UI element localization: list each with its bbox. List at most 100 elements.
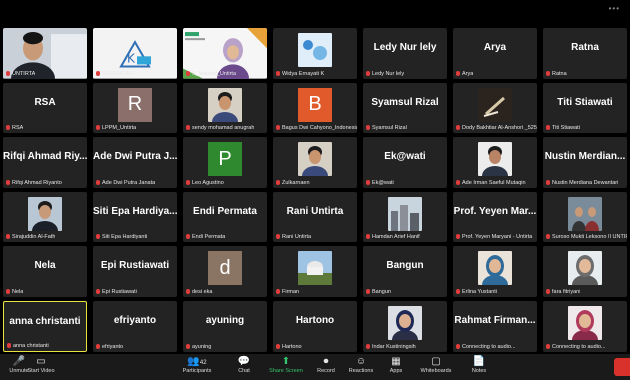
- participant-label-text: Leo Agustino: [192, 179, 224, 186]
- participants-button[interactable]: 👥42 Participants: [180, 356, 214, 374]
- mic-muted-icon: [456, 343, 460, 349]
- participant-tile[interactable]: Endi Permata Endi Permata: [183, 191, 267, 243]
- start-video-button[interactable]: ▭ Start Video: [24, 356, 58, 374]
- participant-label: Erlina Yustanti: [456, 288, 498, 295]
- participant-tile[interactable]: RSA RSA: [3, 82, 87, 134]
- participant-tile[interactable]: fara fitriyani: [543, 246, 627, 297]
- participant-name-display: Ledy Nur lely: [373, 42, 437, 53]
- participant-name-display: Titi Stiawati: [557, 96, 613, 108]
- avatar-photo: [28, 196, 62, 231]
- participant-tile[interactable]: Rahmat Firman... Connecting to audio...: [453, 300, 537, 352]
- participant-label: efriyanto: [96, 343, 124, 350]
- participant-tile[interactable]: Ade Irman Saeful Mutaqin: [453, 137, 537, 188]
- participant-label-text: anna christanti: [13, 342, 49, 349]
- participant-tile[interactable]: Prof. Yeyen Mar... Prof. Yeyen Maryani - …: [453, 191, 537, 243]
- participant-tile[interactable]: Sirajuddin Al-Fath: [3, 191, 87, 243]
- mic-muted-icon: [276, 288, 280, 294]
- participant-tile[interactable]: d desi eka: [183, 246, 267, 297]
- participant-label: Nela: [6, 288, 23, 295]
- video-icon: ▭: [36, 356, 46, 367]
- avatar-photo: [298, 33, 332, 67]
- participant-label-text: S_Mauhid_Untirta: [192, 70, 237, 77]
- participant-tile[interactable]: Nela Nela: [3, 246, 87, 297]
- participant-tile[interactable]: Firman: [273, 246, 357, 297]
- participant-tile[interactable]: Widya Ernayati K: [273, 28, 357, 79]
- participant-tile[interactable]: Ratna Ratna: [543, 28, 627, 79]
- participant-tile[interactable]: Indar Kustiningsih: [363, 300, 447, 352]
- record-button[interactable]: ⏺ Record: [314, 356, 338, 374]
- apps-button[interactable]: ▦ Apps: [386, 356, 406, 374]
- participant-tile[interactable]: P Leo Agustino: [183, 137, 267, 188]
- participant-tile[interactable]: Nustin Merdian... Nustin Merdiana Dewanta…: [543, 137, 627, 188]
- participant-name-display: Bangun: [386, 260, 424, 272]
- notes-button[interactable]: 📄 Notes: [468, 356, 490, 374]
- participant-label: Connecting to audio...: [456, 343, 516, 350]
- share-screen-button[interactable]: ⬆ Share Screen: [268, 356, 304, 374]
- participant-name-display: Nustin Merdian...: [544, 151, 626, 163]
- participant-tile[interactable]: K SUHENDAR: [93, 28, 177, 79]
- participant-tile[interactable]: Ek@wati Ek@wati: [363, 137, 447, 188]
- participant-tile[interactable]: Titi Stiawati Titi Stiawati: [543, 82, 627, 134]
- participant-label: Ade Dwi Putra Janata: [96, 179, 156, 186]
- participant-tile[interactable]: Siti Epa Hardiya... Siti Epa Hardiyanti: [93, 191, 177, 243]
- participant-tile[interactable]: Rani Untirta Rani Untirta: [273, 191, 357, 243]
- mic-muted-icon: [6, 288, 10, 294]
- mic-muted-icon: [366, 234, 370, 240]
- participant-tile[interactable]: Erlina Yustanti: [453, 246, 537, 297]
- participant-tile[interactable]: R LPPM_Untirta: [93, 82, 177, 134]
- participant-gallery: UNTIRTA K SUHENDAR S_Mauhid_Untirta Widya Er…: [0, 26, 630, 354]
- avatar-photo: [478, 142, 512, 177]
- participant-label-text: Erlina Yustanti: [462, 288, 498, 295]
- participant-label-text: Hamdan Arief Hanif: [372, 234, 420, 241]
- participant-tile[interactable]: ayuning ayuning: [183, 300, 267, 352]
- end-meeting-button[interactable]: [614, 358, 630, 376]
- participant-tile[interactable]: sendy mohamad anugrah: [183, 82, 267, 134]
- participant-tile[interactable]: Ledy Nur lely Ledy Nur lely: [363, 28, 447, 79]
- participant-tile[interactable]: UNTIRTA: [3, 28, 87, 79]
- participant-label: Epi Rustiawati: [96, 288, 137, 295]
- reactions-button[interactable]: ☺ Reactions: [346, 356, 376, 374]
- participant-label: SUHENDAR: [96, 70, 133, 77]
- participant-label-text: Nustin Merdiana Dewantari: [552, 179, 619, 186]
- participant-tile[interactable]: Syamsul Rizal Syamsul Rizal: [363, 82, 447, 134]
- mic-muted-icon: [276, 234, 280, 240]
- mic-muted-icon: [546, 288, 550, 294]
- mic-muted-icon: [186, 343, 190, 349]
- participant-tile[interactable]: Arya Arya: [453, 28, 537, 79]
- avatar-photo: [568, 196, 602, 231]
- participant-tile[interactable]: Connecting to audio...: [543, 300, 627, 352]
- participant-label-text: Prof. Yeyen Maryani - Untirta: [462, 234, 533, 241]
- more-icon[interactable]: •••: [609, 4, 620, 13]
- mic-muted-icon: [96, 125, 100, 131]
- participant-tile[interactable]: Hamdan Arief Hanif: [363, 191, 447, 243]
- participant-label-text: fara fitriyani: [552, 288, 581, 295]
- participant-label-text: Ade Dwi Putra Janata: [102, 179, 156, 186]
- participant-label: desi eka: [186, 288, 213, 295]
- participant-label: Ledy Nur lely: [366, 70, 404, 77]
- participant-tile[interactable]: Hartono Hartono: [273, 300, 357, 352]
- smile-icon: ☺: [355, 356, 367, 367]
- whiteboards-button[interactable]: ▢ Whiteboards: [418, 356, 454, 374]
- participant-label-text: SUHENDAR: [102, 70, 133, 77]
- participant-tile[interactable]: Bangun Bangun: [363, 246, 447, 297]
- participant-tile[interactable]: efriyanto efriyanto: [93, 300, 177, 352]
- mic-muted-icon: [546, 179, 550, 185]
- participant-label-text: efriyanto: [102, 343, 124, 350]
- participant-tile[interactable]: anna christanti anna christanti: [3, 300, 87, 352]
- participant-tile[interactable]: Ade Dwi Putra J... Ade Dwi Putra Janata: [93, 137, 177, 188]
- chat-button[interactable]: 💬 Chat: [234, 356, 254, 374]
- participant-tile[interactable]: Dody Bakhtiar Al-Anshori _525: [453, 82, 537, 134]
- participant-tile[interactable]: Rifqi Ahmad Riy... Rifqi Ahmad Riyanto: [3, 137, 87, 188]
- participant-name-display: ayuning: [205, 314, 245, 326]
- participant-label: sendy mohamad anugrah: [186, 125, 254, 131]
- avatar-letter: R: [118, 87, 152, 122]
- participant-tile[interactable]: Zulkarnaen: [273, 137, 357, 188]
- participant-tile[interactable]: Suroso Mukti Leksono II UNTIRTA: [543, 191, 627, 243]
- participant-name-display: RSA: [34, 96, 56, 108]
- participant-label-text: Sirajuddin Al-Fath: [12, 234, 56, 241]
- avatar-photo: [208, 87, 242, 122]
- participant-tile[interactable]: S_Mauhid_Untirta: [183, 28, 267, 79]
- participant-tile[interactable]: Epi Rustiawati Epi Rustiawati: [93, 246, 177, 297]
- participant-tile[interactable]: B Bagus Dwi Cahyono_Indonesia: [273, 82, 357, 134]
- participant-label: anna christanti: [7, 342, 49, 349]
